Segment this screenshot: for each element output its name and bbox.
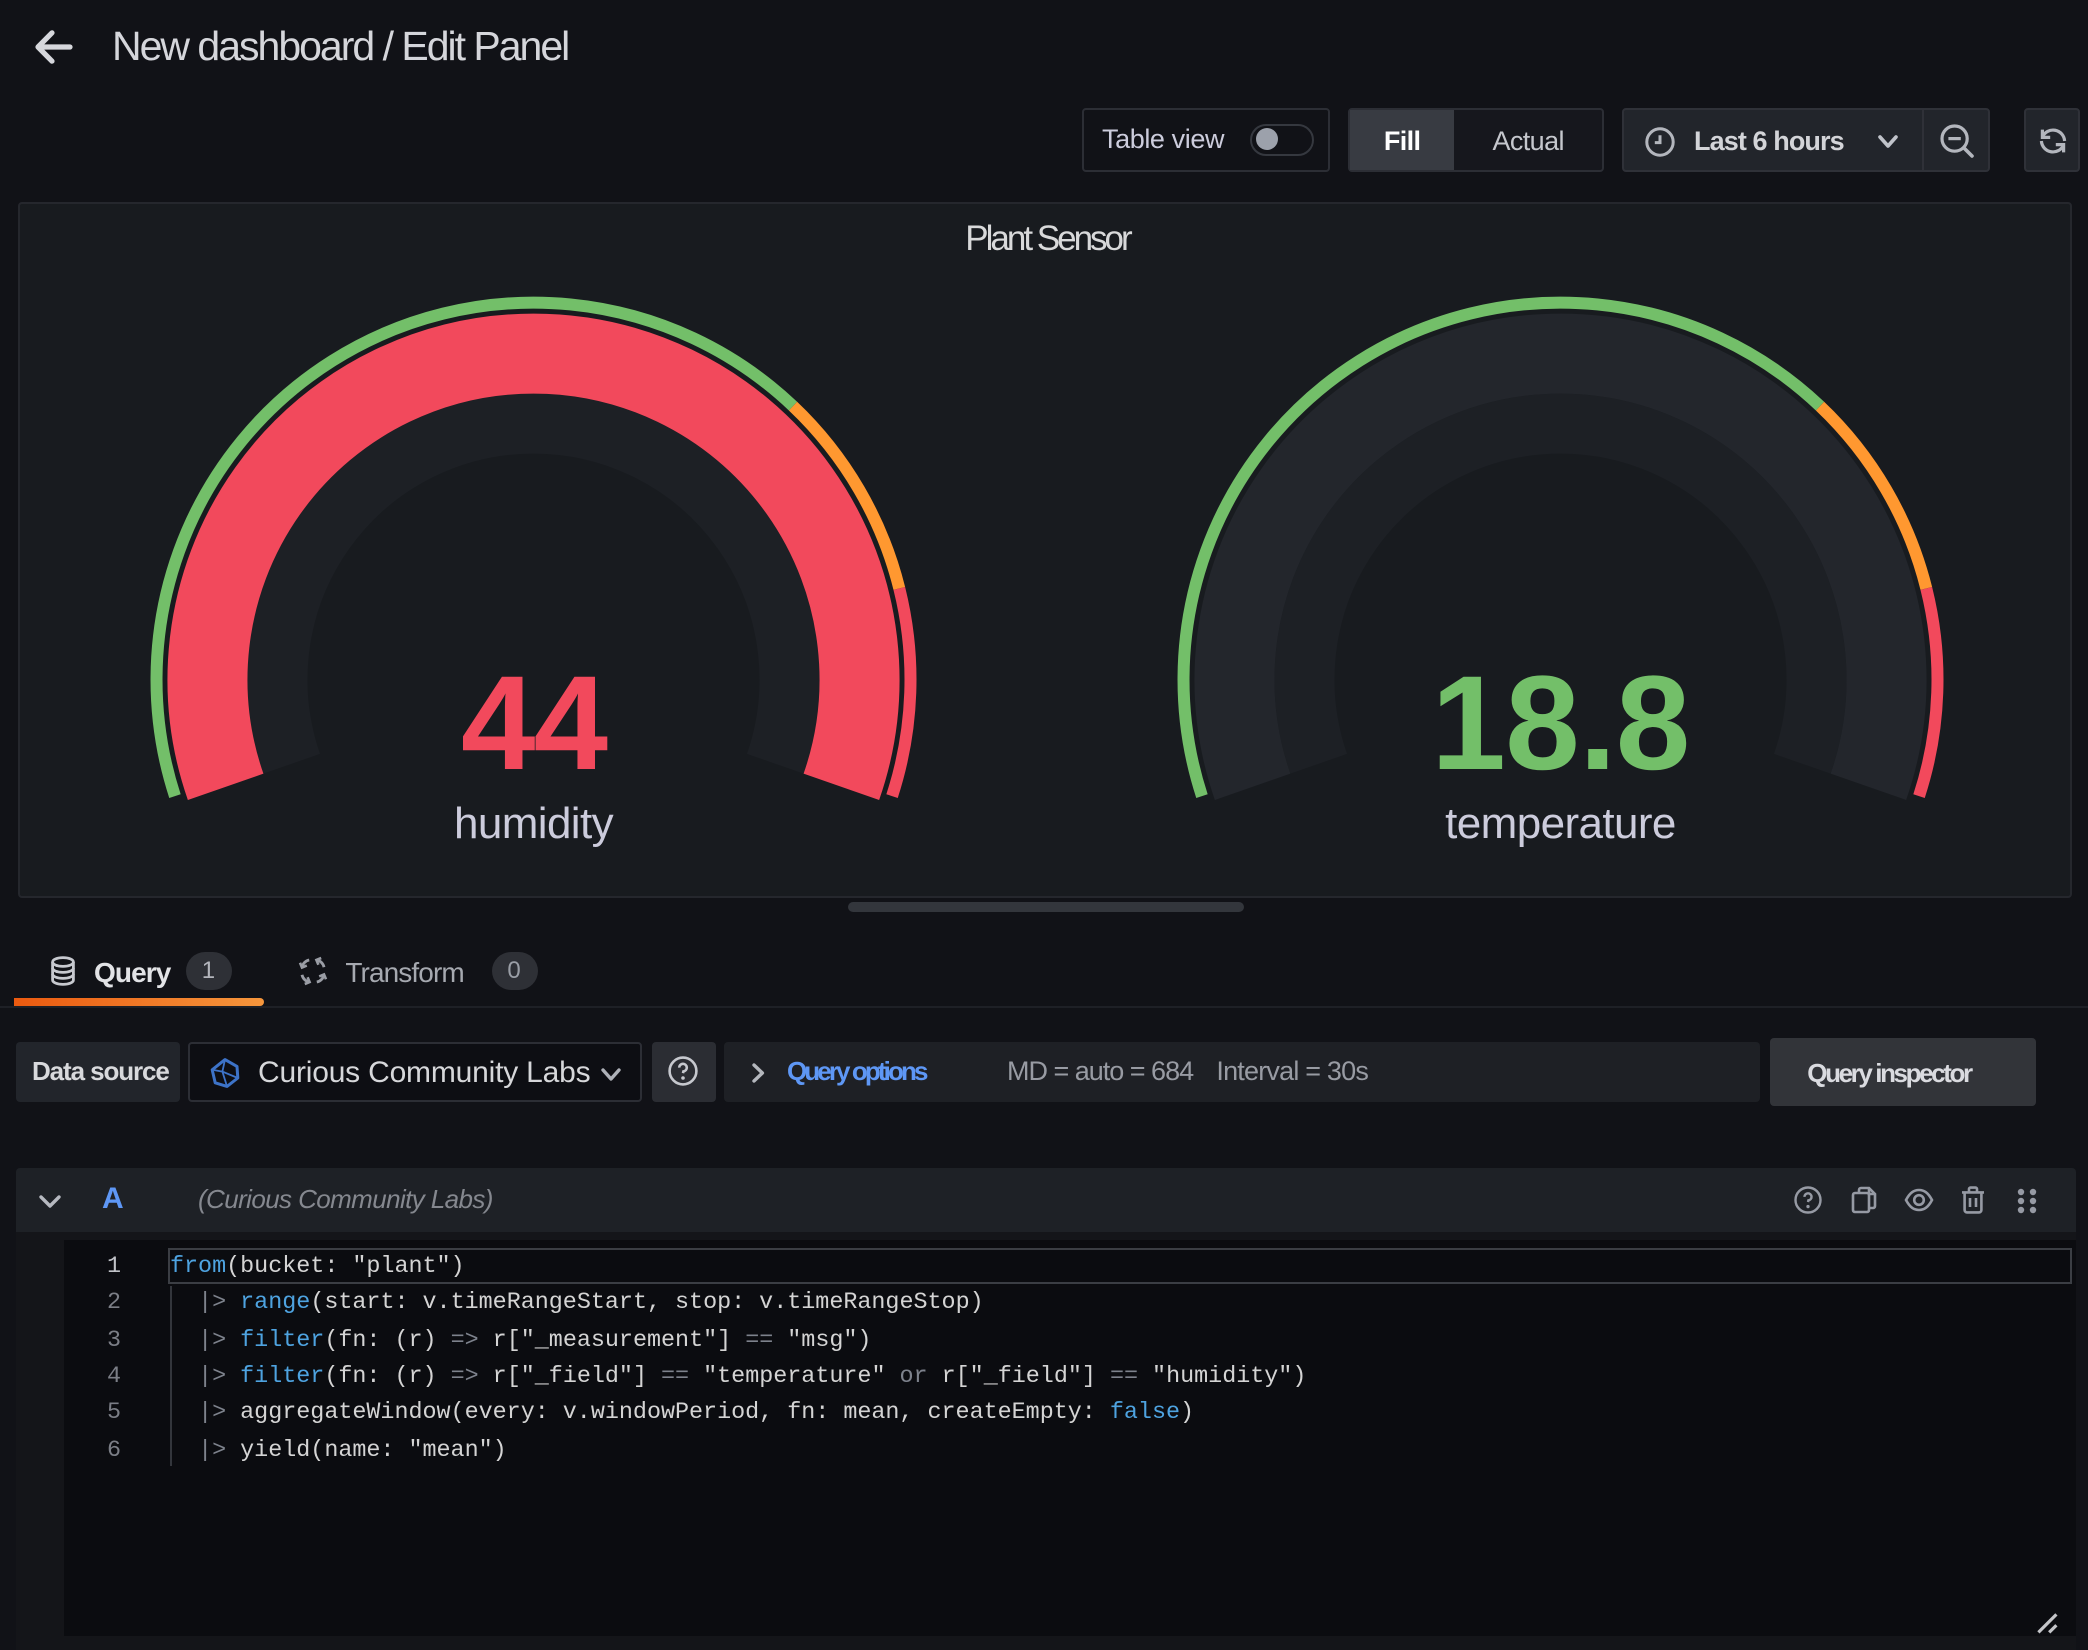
- svg-text:44: 44: [460, 648, 607, 797]
- svg-text:humidity: humidity: [453, 798, 613, 847]
- svg-text:temperature: temperature: [1444, 798, 1675, 847]
- svg-text:18.8: 18.8: [1430, 648, 1688, 797]
